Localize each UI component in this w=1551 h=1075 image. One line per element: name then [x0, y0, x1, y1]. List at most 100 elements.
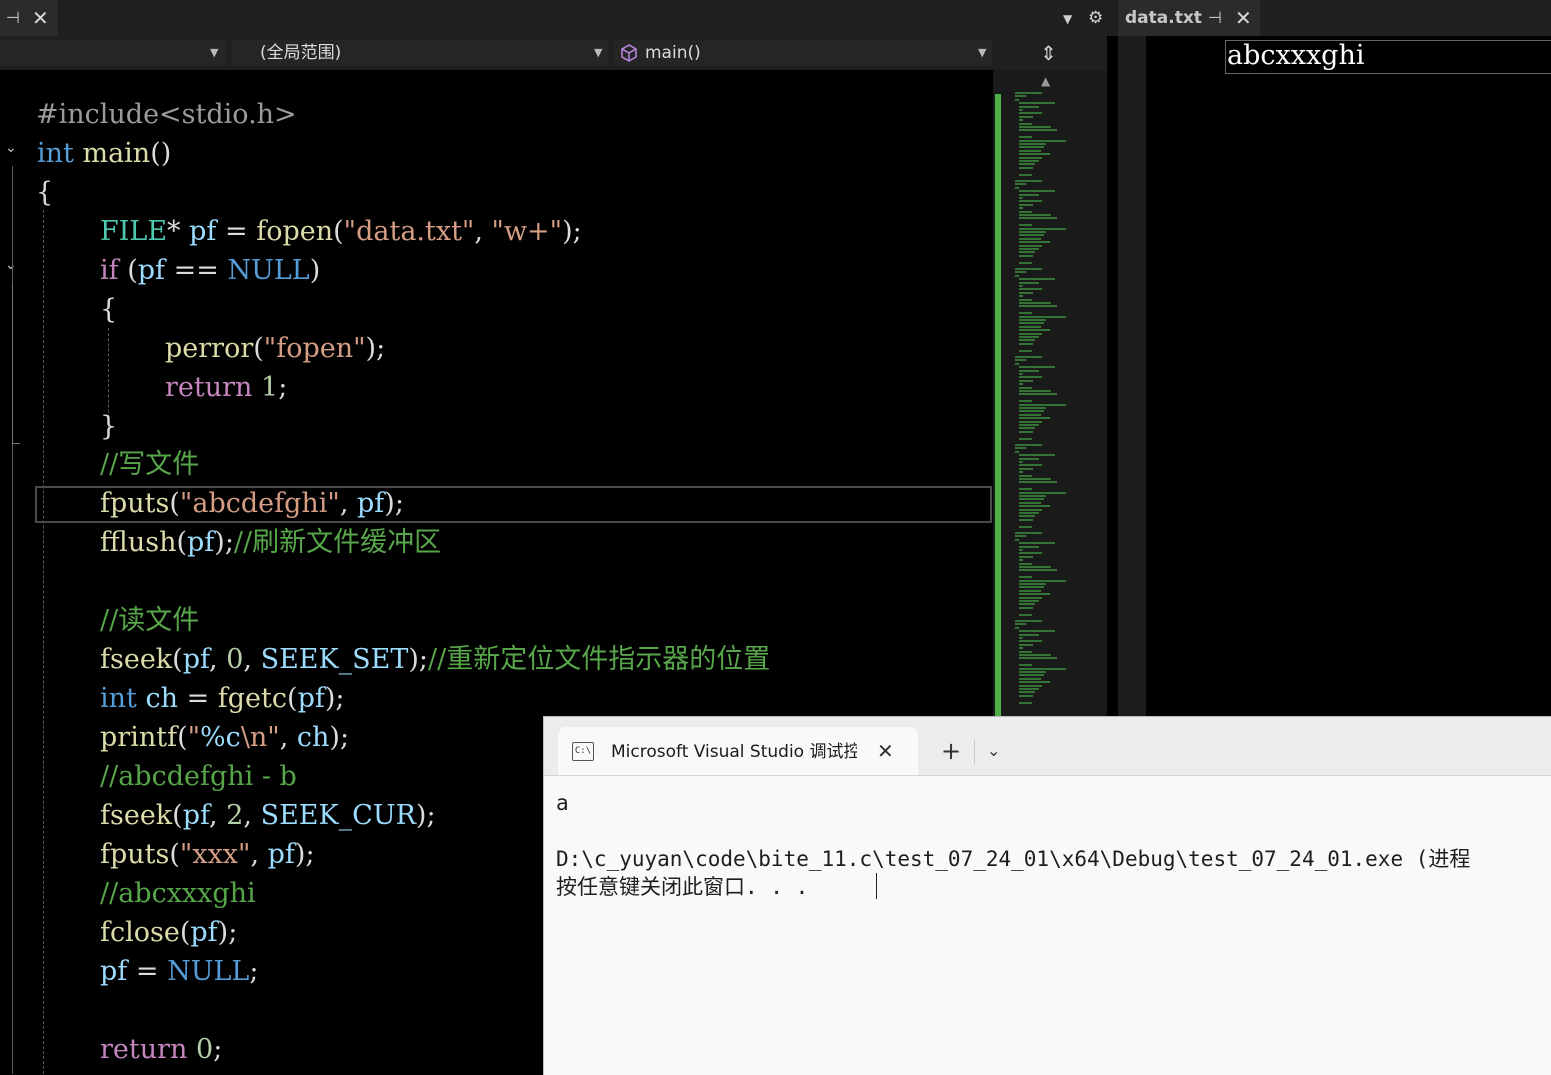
console-output-line-3: D:\c_yuyan\code\bite_11.c\test_07_24_01\…: [556, 847, 1471, 871]
minimap-line: [1019, 393, 1057, 396]
minimap-line: [1019, 231, 1046, 233]
minimap-line: [1019, 637, 1023, 639]
minimap-line: [1019, 657, 1057, 660]
project-combo[interactable]: ▼: [0, 40, 226, 66]
minimap-line: [1019, 166, 1034, 169]
minimap-line: [1019, 146, 1045, 149]
minimap-line: [1019, 386, 1032, 389]
minimap-line: [1019, 613, 1032, 616]
minimap-line: [1019, 437, 1032, 440]
minimap-line: [1019, 694, 1034, 697]
minimap-line: [1019, 403, 1066, 406]
console-output-line-4: 按任意键关闭此窗口. . .: [556, 875, 809, 899]
minimap-line: [1019, 461, 1023, 463]
code-line-11: fputs("abcdefghi", pf);: [100, 488, 404, 519]
data-txt-gutter: [1118, 36, 1146, 716]
code-line-20: fputs("xxx", pf);: [100, 839, 315, 870]
data-txt-editor[interactable]: [1146, 36, 1551, 716]
minimap-line: [1019, 654, 1052, 656]
minimap-line: [1019, 430, 1034, 433]
minimap-line: [1015, 626, 1019, 629]
minimap-line: [1019, 427, 1036, 430]
minimap-line: [1019, 467, 1034, 470]
minimap-line: [1015, 268, 1042, 270]
code-line-14: //读文件: [100, 605, 200, 636]
minimap-line: [1019, 464, 1043, 467]
minimap-line: [1019, 410, 1045, 413]
code-line-4: FILE* pf = fopen("data.txt", "w+");: [100, 216, 582, 247]
minimap-line: [1019, 298, 1032, 301]
close-tab-icon[interactable]: ✕: [32, 0, 49, 36]
minimap-line: [1019, 281, 1039, 284]
minimap-line: [1019, 373, 1023, 375]
minimap-line: [1019, 481, 1057, 484]
split-window-icon[interactable]: ⇕: [1040, 36, 1057, 70]
minimap-line: [1019, 471, 1023, 474]
minimap-line: [1015, 271, 1026, 274]
fold-toggle-main[interactable]: ⌄: [5, 140, 17, 156]
close-icon[interactable]: ✕: [877, 738, 894, 764]
minimap-line: [1015, 180, 1042, 182]
minimap-line: [1019, 163, 1036, 166]
code-minimap[interactable]: [1015, 92, 1073, 722]
close-tab-icon[interactable]: ✕: [1235, 0, 1252, 36]
minimap-line: [1019, 474, 1032, 477]
console-output-line-1: a: [556, 791, 569, 815]
code-line-10: //写文件: [100, 449, 200, 480]
minimap-line: [1019, 566, 1052, 568]
minimap-line: [1019, 505, 1050, 508]
minimap-line: [1015, 356, 1042, 358]
pin-icon[interactable]: ⊣: [1208, 0, 1222, 36]
console-app-icon: C:\: [572, 742, 594, 761]
minimap-line: [1019, 349, 1032, 352]
minimap-line: [1019, 217, 1057, 220]
minimap-line: [1019, 569, 1057, 572]
minimap-line: [1019, 200, 1043, 203]
minimap-line: [1019, 210, 1032, 213]
fold-region-line: [12, 283, 13, 443]
member-combo-label: main(): [645, 43, 701, 63]
indent-guide: [43, 210, 44, 1074]
minimap-line: [1019, 417, 1050, 420]
gear-icon[interactable]: ⚙: [1088, 0, 1103, 36]
minimap-line: [1015, 183, 1026, 186]
minimap-line: [1019, 400, 1032, 403]
minimap-line: [1019, 102, 1055, 105]
minimap-line: [1019, 508, 1043, 511]
code-line-23: pf = NULL;: [100, 956, 259, 987]
minimap-line: [1019, 119, 1023, 122]
minimap-line: [1019, 688, 1039, 690]
chevron-down-icon[interactable]: ⌄: [987, 738, 1000, 764]
fold-toggle-if[interactable]: ⌄: [5, 257, 17, 273]
minimap-line: [1019, 153, 1050, 156]
minimap-line: [1019, 542, 1055, 545]
minimap-line: [1019, 139, 1066, 142]
minimap-line: [1019, 552, 1043, 555]
minimap-line: [1019, 545, 1039, 548]
new-tab-button[interactable]: +: [941, 738, 961, 764]
minimap-line: [1019, 647, 1023, 650]
method-cube-icon: [621, 44, 637, 62]
minimap-line: [1019, 600, 1039, 602]
member-combo[interactable]: main() ▼: [614, 40, 992, 66]
minimap-line: [1019, 407, 1046, 409]
data-txt-content[interactable]: abcxxxghi: [1227, 40, 1365, 72]
minimap-line: [1019, 312, 1032, 315]
minimap-line: [1019, 329, 1050, 332]
data-txt-tab-label: data.txt: [1125, 8, 1202, 28]
minimap-line: [1019, 664, 1032, 667]
code-line-15: fseek(pf, 0, SEEK_SET);//重新定位文件指示器的位置: [100, 644, 771, 675]
minimap-line: [1019, 190, 1055, 193]
minimap-line: [1015, 274, 1019, 277]
minimap-line: [1019, 173, 1032, 176]
minimap-line: [1019, 671, 1046, 673]
tab-list-dropdown-icon[interactable]: ▼: [1063, 1, 1072, 37]
scope-combo[interactable]: (全局范围) ▼: [232, 40, 608, 66]
minimap-line: [1015, 623, 1026, 626]
scroll-up-arrow-icon[interactable]: ▲: [1041, 74, 1050, 88]
pin-icon[interactable]: ⊣: [6, 0, 20, 36]
console-tab-title: Microsoft Visual Studio 调试控制台: [611, 742, 857, 762]
minimap-line: [1015, 620, 1042, 622]
minimap-line: [1019, 562, 1032, 565]
console-text-cursor: [876, 873, 877, 899]
